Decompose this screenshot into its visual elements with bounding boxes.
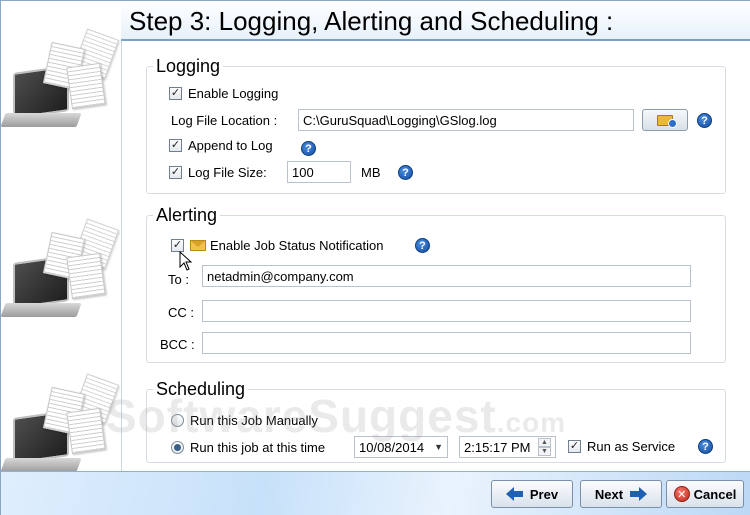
help-icon[interactable]: ? [301,141,316,156]
cc-label: CC : [168,305,194,320]
prev-label: Prev [529,486,559,502]
folder-icon [657,114,677,128]
check-icon: ✓ [170,166,181,178]
step-header: Step 3: Logging, Alerting and Scheduling… [121,1,750,41]
run-manually-radio[interactable] [171,414,184,427]
log-size-input[interactable]: 100 [287,161,351,183]
check-icon: ✓ [170,139,181,151]
run-at-time-radio[interactable] [171,441,184,454]
log-location-input[interactable]: C:\GuruSquad\Logging\GSlog.log [298,109,634,131]
laptop-illustration [1,218,120,331]
next-button[interactable]: Next [580,480,662,508]
to-label: To : [168,272,189,287]
run-as-service-label: Run as Service [587,439,676,454]
help-icon[interactable]: ? [697,113,712,128]
bcc-label: BCC : [160,337,195,352]
laptop-illustration [1,28,120,141]
append-log-row[interactable]: ✓ Append to Log [169,138,273,153]
logging-legend: Logging [156,56,221,76]
cc-input[interactable] [202,300,691,322]
help-icon[interactable]: ? [398,165,413,180]
enable-logging-row[interactable]: ✓ Enable Logging [169,86,278,101]
run-manually-row[interactable]: Run this Job Manually [171,413,318,428]
log-size-checkbox[interactable]: ✓ [169,166,182,179]
log-size-unit: MB [361,165,381,180]
date-value: 10/08/2014 [359,439,425,455]
alerting-legend: Alerting [156,205,218,225]
enable-logging-checkbox[interactable]: ✓ [169,87,182,100]
chevron-down-icon[interactable]: ▼ [434,442,443,452]
envelope-icon [190,240,206,251]
help-icon[interactable]: ? [698,439,713,454]
arrow-right-icon [629,487,648,501]
wizard-footer: Prev Next ✕ Cancel [1,471,750,515]
browse-button[interactable] [642,109,688,131]
log-size-label: Log File Size: [188,165,267,180]
append-log-label: Append to Log [188,138,273,153]
enable-notification-label: Enable Job Status Notification [210,238,384,253]
to-input[interactable]: netadmin@company.com [202,265,691,287]
time-spinner[interactable]: ▲ ▼ [538,438,551,456]
log-size-row[interactable]: ✓ Log File Size: [169,165,267,180]
enable-logging-label: Enable Logging [188,86,279,101]
append-log-checkbox[interactable]: ✓ [169,139,182,152]
enable-notification-row[interactable]: ✓ Enable Job Status Notification [171,238,383,253]
bcc-input[interactable] [202,332,691,354]
time-picker[interactable]: 2:15:17 PM ▲ ▼ [459,436,556,458]
next-label: Next [594,486,624,502]
laptop-illustration [1,373,120,471]
content-panel: Logging ✓ Enable Logging Log File Locati… [121,41,750,471]
scheduling-legend: Scheduling [156,379,246,399]
check-icon: ✓ [172,239,183,251]
run-as-service-row[interactable]: ✓ Run as Service [568,439,675,454]
check-icon: ✓ [170,87,181,99]
left-illustration [1,1,121,471]
run-at-time-row[interactable]: Run this job at this time [171,440,325,455]
wizard-window: Step 3: Logging, Alerting and Scheduling… [0,0,750,515]
cancel-icon: ✕ [673,486,690,502]
run-at-time-label: Run this job at this time [190,440,326,455]
run-manually-label: Run this Job Manually [190,413,318,428]
cancel-button[interactable]: ✕ Cancel [666,480,744,508]
arrow-left-icon [505,487,524,501]
log-location-label: Log File Location : [171,113,278,128]
prev-button[interactable]: Prev [491,480,573,508]
time-value: 2:15:17 PM [464,439,531,455]
check-icon: ✓ [569,440,580,452]
date-picker[interactable]: 10/08/2014 ▼ [354,436,448,458]
run-as-service-checkbox[interactable]: ✓ [568,440,581,453]
help-icon[interactable]: ? [415,238,430,253]
page-title: Step 3: Logging, Alerting and Scheduling… [129,6,614,36]
cancel-label: Cancel [693,486,737,502]
